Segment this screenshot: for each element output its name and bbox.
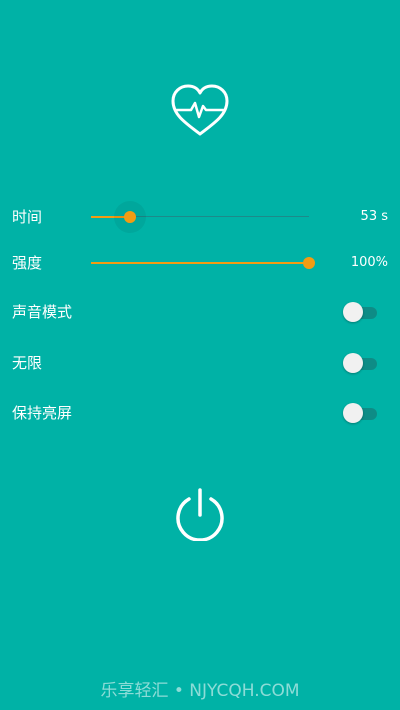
unlimited-toggle[interactable] <box>343 352 379 374</box>
intensity-setting-row: 强度 100% <box>0 248 400 278</box>
time-setting-row: 时间 53 s <box>0 201 400 233</box>
time-label: 时间 <box>12 208 43 226</box>
intensity-slider-fill <box>91 262 309 264</box>
unlimited-label: 无限 <box>12 354 43 372</box>
sound-mode-label: 声音模式 <box>12 303 73 321</box>
intensity-label: 强度 <box>12 254 43 272</box>
unlimited-toggle-thumb <box>343 353 363 373</box>
heart-pulse-icon <box>171 84 229 136</box>
watermark: 乐享轻汇 • NJYCQH.COM <box>100 681 300 701</box>
time-value: 53 s <box>360 209 388 224</box>
sound-mode-setting-row: 声音模式 <box>0 297 400 327</box>
intensity-value: 100% <box>350 255 388 270</box>
keep-screen-on-label: 保持亮屏 <box>12 404 73 422</box>
time-slider[interactable] <box>91 201 309 233</box>
power-icon[interactable] <box>173 487 227 541</box>
keep-screen-on-setting-row: 保持亮屏 <box>0 398 400 428</box>
sound-mode-toggle[interactable] <box>343 301 379 323</box>
keep-screen-on-toggle[interactable] <box>343 402 379 424</box>
unlimited-setting-row: 无限 <box>0 348 400 378</box>
sound-mode-toggle-thumb <box>343 302 363 322</box>
intensity-slider[interactable] <box>91 253 315 273</box>
intensity-slider-thumb[interactable] <box>303 257 315 269</box>
keep-screen-on-toggle-thumb <box>343 403 363 423</box>
